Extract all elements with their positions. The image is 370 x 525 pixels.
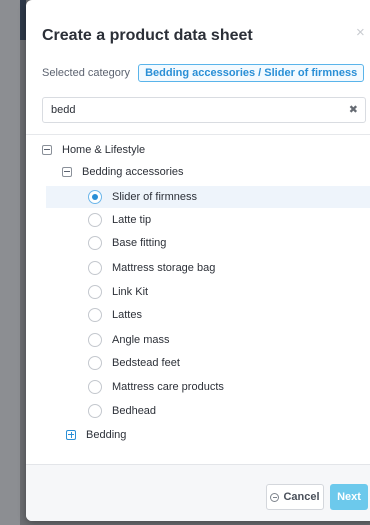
radio-icon[interactable] [88, 308, 102, 322]
tree-item-label: Link Kit [112, 286, 149, 298]
tree-item-label: Bedhead [112, 405, 157, 417]
tree-item-mattress-care-products[interactable]: Mattress care products [88, 380, 224, 394]
collapse-icon[interactable] [62, 167, 72, 177]
tree-item-label: Latte tip [112, 214, 152, 226]
tree-item-label: Slider of firmness [112, 191, 197, 203]
tree-node-label: Home & Lifestyle [62, 144, 146, 156]
radio-icon[interactable] [88, 356, 102, 370]
divider [26, 134, 370, 135]
tree-item-label: Mattress care products [112, 381, 224, 393]
cancel-button-label: Cancel [283, 491, 320, 503]
modal-footer: Cancel Next [26, 464, 370, 521]
tree-item-bedstead-feet[interactable]: Bedstead feet [88, 356, 180, 370]
page-backdrop [0, 0, 20, 525]
tree-item-label: Lattes [112, 309, 142, 321]
radio-icon[interactable] [88, 213, 102, 227]
radio-icon[interactable] [88, 261, 102, 275]
selected-category-row: Selected category Bedding accessories / … [42, 63, 365, 83]
next-button-label: Next [337, 491, 361, 503]
tree-item-mattress-storage-bag[interactable]: Mattress storage bag [88, 261, 215, 275]
tree-node-bedding-accessories[interactable]: Bedding accessories [62, 166, 184, 178]
clear-search-icon[interactable]: ✖ [349, 103, 358, 116]
tree-item-bedhead[interactable]: Bedhead [88, 404, 156, 418]
tree-node-label: Bedding [86, 429, 127, 441]
radio-icon[interactable] [88, 285, 102, 299]
expand-icon[interactable] [66, 430, 76, 440]
modal-title: Create a product data sheet [42, 27, 253, 44]
next-button[interactable]: Next [330, 484, 368, 510]
search-input[interactable] [43, 98, 339, 122]
minus-circle-icon [270, 492, 280, 502]
tree-item-lattes[interactable]: Lattes [88, 308, 142, 322]
tree-item-link-kit[interactable]: Link Kit [88, 285, 148, 299]
cancel-button[interactable]: Cancel [266, 484, 324, 510]
selected-category-label: Selected category [42, 67, 131, 79]
tree-node-bedding[interactable]: Bedding [66, 429, 126, 441]
tree-item-base-fitting[interactable]: Base fitting [88, 236, 166, 250]
tree-item-slider-of-firmness[interactable]: Slider of firmness [88, 190, 197, 204]
radio-icon[interactable] [88, 404, 102, 418]
selected-category-badge[interactable]: Bedding accessories / Slider of firmness [138, 64, 365, 82]
radio-icon[interactable] [88, 333, 102, 347]
tree-item-label: Mattress storage bag [112, 262, 216, 274]
tree-item-label: Angle mass [112, 334, 170, 346]
close-icon[interactable]: × [356, 24, 365, 41]
radio-checked-icon[interactable] [88, 190, 102, 204]
tree-item-label: Base fitting [112, 237, 167, 249]
tree-node-home-lifestyle[interactable]: Home & Lifestyle [42, 144, 145, 156]
search-box: ✖ [42, 97, 366, 123]
radio-icon[interactable] [88, 236, 102, 250]
tree-item-label: Bedstead feet [112, 357, 180, 369]
collapse-icon[interactable] [42, 145, 52, 155]
tree-node-label: Bedding accessories [82, 166, 184, 178]
radio-icon[interactable] [88, 380, 102, 394]
tree-item-latte-tip[interactable]: Latte tip [88, 213, 151, 227]
create-data-sheet-modal: Create a product data sheet × Selected c… [26, 0, 370, 521]
tree-item-angle-mass[interactable]: Angle mass [88, 333, 169, 347]
